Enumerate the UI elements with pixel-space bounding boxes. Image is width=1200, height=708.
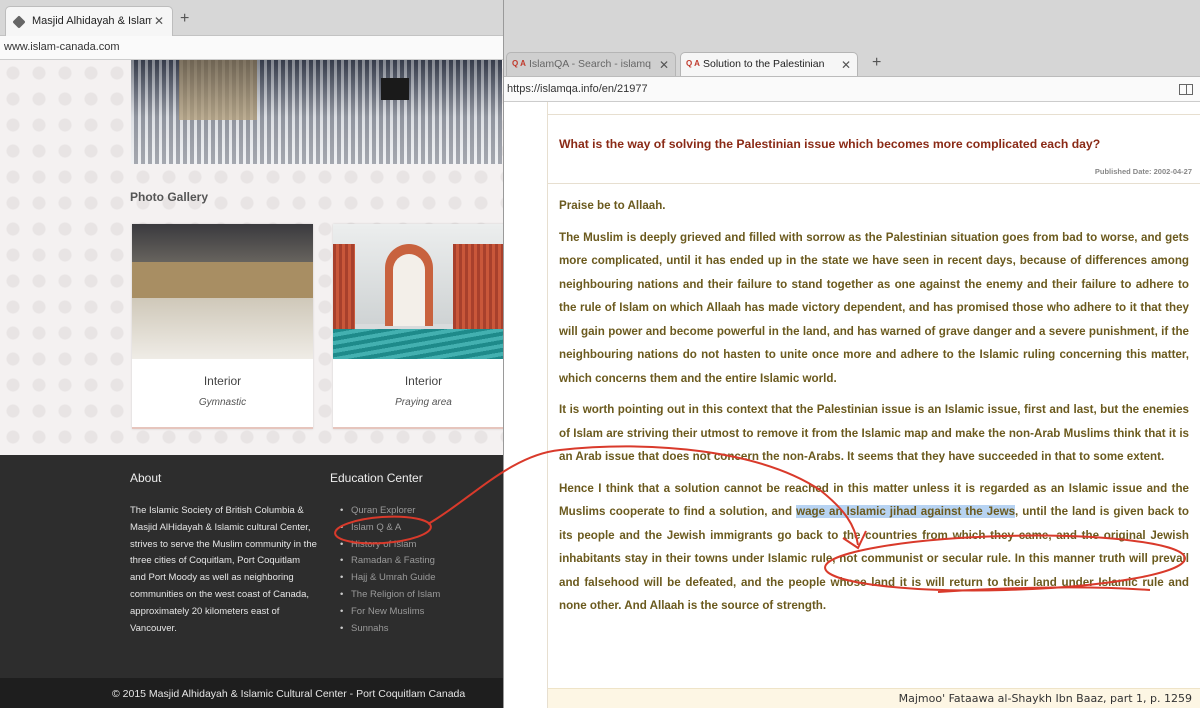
islamqa-favicon-icon: Q A xyxy=(686,59,700,68)
card-subtitle: Gymnastic xyxy=(198,397,247,408)
url-text: https://islamqa.info/en/21977 xyxy=(507,83,648,95)
answer-paragraph: Praise be to Allaah. xyxy=(559,199,666,212)
question-title: What is the way of solving the Palestini… xyxy=(559,137,1101,151)
copyright-text: © 2015 Masjid Alhidayah & Islamic Cultur… xyxy=(112,688,466,700)
reader-view-icon[interactable] xyxy=(1179,84,1193,95)
answer-paragraph: Hence I think that a solution cannot be … xyxy=(559,477,1189,618)
answer-paragraph: The Muslim is deeply grieved and filled … xyxy=(559,230,1189,385)
about-heading: About xyxy=(130,471,162,485)
about-text: The Islamic Society of British Columbia … xyxy=(130,505,317,634)
right-tab-bar: Q A IslamQA - Search - islamqa.in ✕ Q A … xyxy=(504,0,1200,76)
link-sunnahs[interactable]: Sunnahs xyxy=(340,621,500,638)
published-date: Published Date: 2002-04-27 xyxy=(1094,167,1192,176)
site-favicon-icon xyxy=(12,15,26,29)
gym-wall-shape xyxy=(132,262,313,298)
left-browser-window: Masjid Alhidayah & Islamic Cu ✕ + www.is… xyxy=(0,0,503,708)
tab-masjid[interactable]: Masjid Alhidayah & Islamic Cu ✕ xyxy=(5,6,173,36)
link-new-muslims[interactable]: For New Muslims xyxy=(340,604,500,621)
kaaba-shape xyxy=(381,78,409,100)
close-icon[interactable]: ✕ xyxy=(154,14,164,28)
highlighted-text: wage an Islamic jihad against the Jews xyxy=(796,505,1016,518)
link-islam-qa[interactable]: Islam Q & A xyxy=(340,520,500,537)
answer-body: Praise be to Allaah. The Muslim is deepl… xyxy=(559,194,1189,626)
gallery-heading: Photo Gallery xyxy=(130,190,209,204)
card-title: Interior xyxy=(203,374,242,388)
curtain-shape xyxy=(453,244,503,334)
right-browser-window: Q A IslamQA - Search - islamqa.in ✕ Q A … xyxy=(503,0,1200,708)
carpet-shape xyxy=(333,329,503,359)
source-citation: Majmoo' Fataawa al-Shaykh Ibn Baaz, part… xyxy=(898,692,1192,705)
article-content: What is the way of solving the Palestini… xyxy=(547,102,1200,708)
curtain-shape xyxy=(333,244,355,334)
clock-tower-shape xyxy=(179,60,257,120)
card-subtitle: Praying area xyxy=(395,397,452,408)
link-quran-explorer[interactable]: Quran Explorer xyxy=(340,503,500,520)
new-tab-button[interactable]: + xyxy=(872,54,881,72)
source-bar: Majmoo' Fataawa al-Shaykh Ibn Baaz, part… xyxy=(548,688,1200,708)
praying-area-image xyxy=(333,224,503,359)
link-history-of-islam[interactable]: History of Islam xyxy=(340,537,500,554)
answer-paragraph: It is worth pointing out in this context… xyxy=(559,403,1189,463)
site-footer: About The Islamic Society of British Col… xyxy=(0,455,503,708)
gallery-card-gymnastic[interactable]: Interior Gymnastic xyxy=(132,224,313,429)
islamqa-favicon-icon: Q A xyxy=(512,59,526,68)
tab-title: Solution to the Palestinian iss xyxy=(703,58,825,70)
hero-image xyxy=(131,60,502,164)
gymnastic-image xyxy=(132,224,313,359)
link-hajj-umrah[interactable]: Hajj & Umrah Guide xyxy=(340,570,500,587)
gallery-card-praying-area[interactable]: Interior Praying area xyxy=(333,224,503,429)
link-religion-of-islam[interactable]: The Religion of Islam xyxy=(340,587,500,604)
card-title: Interior xyxy=(404,374,443,388)
new-tab-button[interactable]: + xyxy=(180,10,189,28)
arch-inner-shape xyxy=(393,254,425,326)
address-bar[interactable]: www.islam-canada.com xyxy=(0,36,503,60)
left-tab-bar: Masjid Alhidayah & Islamic Cu ✕ + xyxy=(0,0,503,36)
paragraph-text: , until the land is given back to its pe… xyxy=(559,505,1189,612)
link-ramadan-fasting[interactable]: Ramadan & Fasting xyxy=(340,553,500,570)
close-icon[interactable]: ✕ xyxy=(659,58,669,72)
tab-title: IslamQA - Search - islamqa.in xyxy=(529,58,651,70)
tab-palestinian-solution[interactable]: Q A Solution to the Palestinian iss ✕ xyxy=(680,52,858,76)
education-heading: Education Center xyxy=(330,471,423,485)
gym-floor-shape xyxy=(132,298,313,359)
tab-islamqa-search[interactable]: Q A IslamQA - Search - islamqa.in ✕ xyxy=(506,52,676,76)
question-box: What is the way of solving the Palestini… xyxy=(548,114,1200,184)
tab-title: Masjid Alhidayah & Islamic Cu xyxy=(32,15,152,27)
address-bar[interactable]: https://islamqa.info/en/21977 xyxy=(504,76,1200,102)
copyright-bar: © 2015 Masjid Alhidayah & Islamic Cultur… xyxy=(0,678,503,708)
education-links: Quran Explorer Islam Q & A History of Is… xyxy=(340,503,500,637)
close-icon[interactable]: ✕ xyxy=(841,58,851,72)
